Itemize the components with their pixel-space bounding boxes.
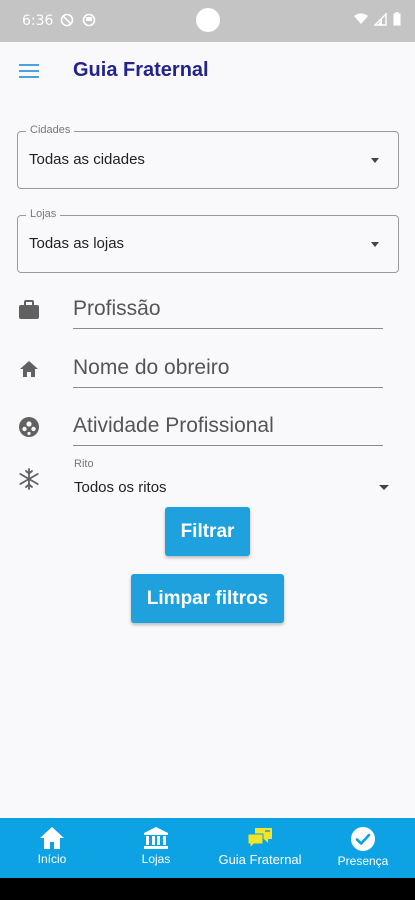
nav-item-lojas[interactable]: Lojas	[118, 818, 194, 878]
status-time: 6:36	[22, 13, 54, 29]
home-icon	[40, 827, 64, 849]
screen: 6:36 Guia Fraternal Cidades Todas as cid…	[0, 0, 415, 900]
bank-icon	[144, 827, 168, 849]
bottom-navigation: Início Lojas Guia Fraternal Presença	[0, 818, 415, 878]
briefcase-icon	[19, 300, 39, 319]
chat-icon	[247, 828, 272, 850]
rito-label: Rito	[74, 458, 94, 470]
cidades-value: Todas as cidades	[29, 151, 145, 168]
status-bar: 6:36	[0, 0, 415, 42]
nav-label-inicio: Início	[37, 852, 67, 866]
obreiro-row	[0, 348, 415, 406]
signal-icon	[374, 12, 387, 26]
menu-icon[interactable]	[19, 64, 39, 80]
nav-item-inicio[interactable]: Início	[14, 818, 90, 878]
status-right-icons	[354, 12, 401, 26]
check-circle-icon	[351, 827, 375, 851]
chevron-down-icon	[371, 158, 379, 163]
football-icon	[19, 417, 39, 437]
rito-value: Todos os ritos	[74, 479, 167, 496]
app-bar: Guia Fraternal	[0, 42, 415, 100]
do-not-disturb-icon	[60, 13, 74, 27]
profissao-input[interactable]	[73, 289, 383, 329]
nav-item-presenca[interactable]: Presença	[325, 818, 401, 878]
rito-dropdown[interactable]: Rito Todos os ritos	[0, 455, 415, 505]
limpar-filtros-button[interactable]: Limpar filtros	[131, 574, 284, 623]
obreiro-input[interactable]	[73, 348, 383, 388]
nav-label-presenca: Presença	[337, 854, 389, 868]
home-icon	[20, 361, 38, 377]
lojas-label: Lojas	[26, 208, 61, 220]
camera-cutout	[196, 8, 220, 32]
snowflake-icon	[19, 468, 39, 490]
chevron-down-icon	[371, 242, 379, 247]
nav-label-lojas: Lojas	[141, 852, 171, 866]
chevron-down-icon	[379, 485, 389, 490]
page-title: Guia Fraternal	[73, 59, 209, 81]
wifi-icon	[354, 13, 368, 24]
lojas-dropdown[interactable]: Lojas Todas as lojas	[17, 208, 399, 273]
data-saver-icon	[82, 13, 96, 27]
nav-label-guia-fraternal: Guia Fraternal	[218, 852, 302, 867]
nav-item-guia-fraternal[interactable]: Guia Fraternal	[210, 818, 310, 878]
gesture-bar	[0, 878, 415, 900]
atividade-input[interactable]	[73, 406, 383, 446]
battery-icon	[393, 12, 401, 26]
lojas-value: Todas as lojas	[29, 235, 125, 252]
profissao-row	[0, 289, 415, 347]
cidades-dropdown[interactable]: Cidades Todas as cidades	[17, 124, 399, 189]
cidades-label: Cidades	[26, 124, 75, 136]
filtrar-button[interactable]: Filtrar	[165, 507, 250, 556]
